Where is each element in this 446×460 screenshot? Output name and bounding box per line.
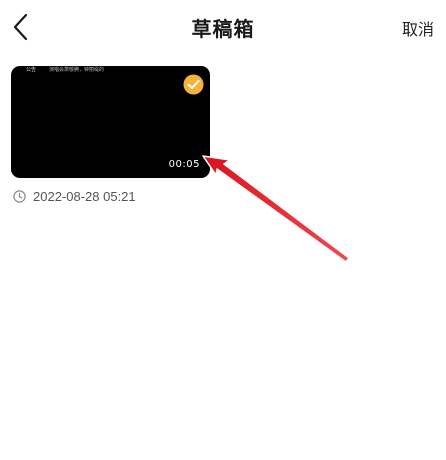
draft-date-row: 2022-08-28 05:21 [13,188,136,204]
clock-icon [13,189,26,203]
cancel-button[interactable]: 取消 [402,16,434,40]
notice-tag: 公告 [26,67,37,73]
page-title: 草稿箱 [191,17,255,41]
video-duration: 00:05 [168,159,200,170]
draft-video-thumbnail[interactable]: 公告 演唱会萧敬腾，钟丽缇的 00:05 [11,66,210,178]
checkmark-icon[interactable] [183,74,204,95]
draft-date: 2022-08-28 05:21 [33,188,136,204]
header-bar: 草稿箱 取消 [0,0,446,56]
notice-text: 演唱会萧敬腾，钟丽缇的 [49,67,105,73]
